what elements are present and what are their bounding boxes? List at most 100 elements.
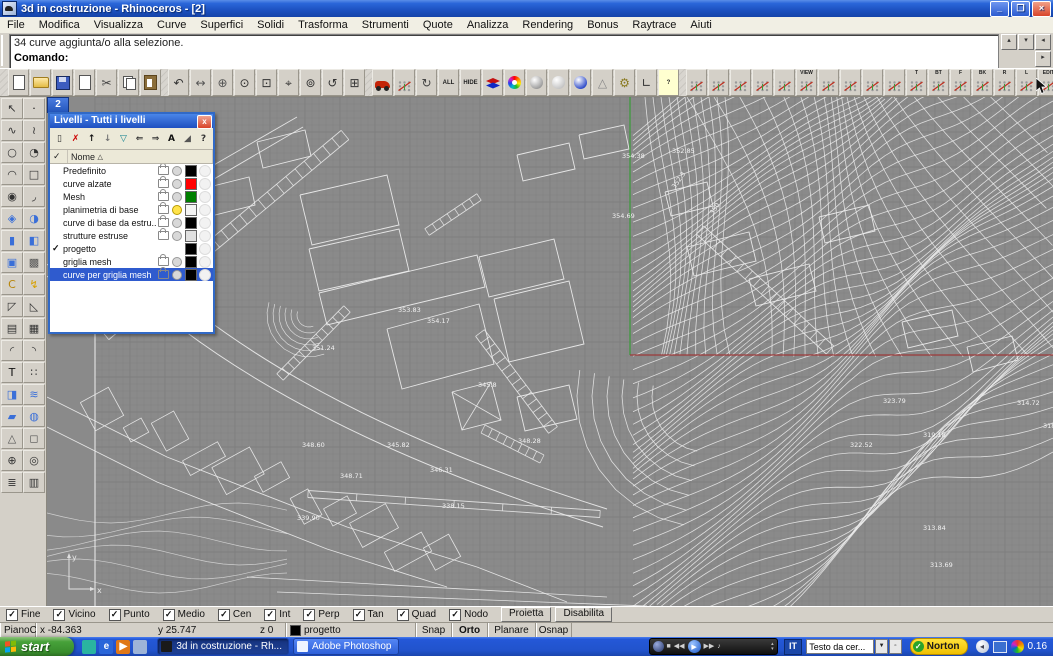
panel-help-button[interactable]: ? [196,130,211,147]
dimension-icon[interactable]: ∟ [636,69,657,96]
sort-button[interactable]: ◢ [180,130,195,147]
current-layer-pane[interactable]: progetto [286,623,416,638]
hide-icon[interactable]: HIDE [460,69,481,96]
bulb-icon[interactable] [172,179,182,189]
mesh-tool-icon[interactable]: ▩ [23,252,45,273]
wmp-collapse-button[interactable]: ▾ [771,647,774,652]
name-column-header[interactable]: Nome △ [68,150,213,163]
language-indicator[interactable]: IT [784,639,803,655]
wmp-previous-button[interactable]: ◀◀ [674,643,685,650]
layer-name[interactable]: curve alzate [63,179,157,189]
status-osnap-toggle[interactable]: Osnap [536,623,572,638]
ghosted-view-icon[interactable] [548,69,569,96]
grid-snap-icon[interactable]: ⊞ [344,69,365,96]
undo-view-icon[interactable]: ↺ [322,69,343,96]
osnap-cen[interactable]: ✓Cen [218,609,251,621]
menu-trasforma[interactable]: Trasforma [291,18,355,32]
set-view-back-icon[interactable]: BK [972,69,993,96]
layer-color-swatch[interactable] [185,243,197,255]
wmp-volume-button[interactable]: ♪ [717,643,721,650]
layer-name[interactable]: strutture estruse [63,231,157,241]
layer-color-swatch[interactable] [185,178,197,190]
array-polar-tool-icon[interactable]: ▦ [23,318,45,339]
text-tool-icon[interactable]: T [1,362,23,383]
zoom-dynamic-icon[interactable]: ⊙ [234,69,255,96]
bulb-icon[interactable] [172,192,182,202]
hatch-tool-icon[interactable]: ∷ [23,362,45,383]
bulb-icon[interactable] [172,205,182,215]
messenger-icon[interactable] [82,640,96,654]
apply-layer-button[interactable]: ⇒ [148,130,163,147]
circle-tool-icon[interactable]: ○ [1,142,23,163]
layer-color-swatch[interactable] [185,165,197,177]
command-prompt[interactable]: Comando: [14,51,994,66]
menu-curve[interactable]: Curve [150,18,193,32]
undo-icon[interactable]: ↶ [168,69,189,96]
lock-icon[interactable] [158,179,169,188]
layer-material-icon[interactable] [199,178,211,190]
osnap-punto[interactable]: ✓Punto [109,609,150,621]
layers-tool-icon[interactable]: ≣ [1,472,23,493]
set-view-left-icon[interactable]: L [1016,69,1037,96]
match-layer-button[interactable]: ⇐ [132,130,147,147]
checkbox-checked-icon[interactable]: ✓ [353,609,365,621]
layer-material-icon[interactable] [199,243,211,255]
layer-color-swatch[interactable] [185,217,197,229]
checkbox-checked-icon[interactable]: ✓ [163,609,175,621]
set-view-bottom-icon[interactable]: BT [928,69,949,96]
mirror-tool-icon[interactable]: ◨ [1,384,23,405]
checkbox-checked-icon[interactable]: ✓ [53,609,65,621]
menu-quote[interactable]: Quote [416,18,460,32]
ie-icon[interactable]: e [99,640,113,654]
layer-color-swatch[interactable] [185,204,197,216]
cplane-2point-icon[interactable] [840,69,861,96]
taskbar-search-input[interactable] [806,639,874,654]
checkbox-checked-icon[interactable]: ✓ [6,609,18,621]
delete-layer-button[interactable]: ✗ [68,130,83,147]
command-prev-button[interactable]: ◂ [1035,34,1051,50]
rhino-logo-icon[interactable] [482,69,503,96]
osnap-quad[interactable]: ✓Quad [397,609,436,621]
bulb-icon[interactable] [172,231,182,241]
layer-color-swatch[interactable] [185,191,197,203]
shaded-view-icon[interactable] [526,69,547,96]
join-tool-icon[interactable]: ≋ [23,384,45,405]
layer-row[interactable]: Predefinito [50,164,213,177]
checkbox-checked-icon[interactable]: ✓ [303,609,315,621]
trim-tool-icon[interactable]: ◸ [1,296,23,317]
named-view-icon[interactable]: ↻ [416,69,437,96]
command-scroll-up-button[interactable]: ▴ [1001,34,1017,50]
cplane-points-icon[interactable] [862,69,883,96]
lock-icon[interactable] [158,166,169,175]
current-layer-check[interactable]: ✓ [52,243,63,254]
layer-row[interactable]: griglia mesh [50,255,213,268]
search-dropdown-icon[interactable]: ▼ [875,639,888,654]
cplane-point-icon[interactable] [884,69,905,96]
select-all-icon[interactable]: ALL [438,69,459,96]
select-tool-icon[interactable]: ↖ [1,98,23,119]
menu-file[interactable]: File [0,18,32,32]
point-tool-icon[interactable]: · [23,98,45,119]
wmp-stop-button[interactable]: ■ [667,643,671,650]
checkbox-checked-icon[interactable]: ✓ [109,609,121,621]
extrude-tool-icon[interactable]: ▰ [1,406,23,427]
layer-row[interactable]: curve alzate [50,177,213,190]
layer-name[interactable]: Mesh [63,192,157,202]
move-down-button[interactable]: ↓ [100,130,115,147]
zoom-window-icon[interactable]: ⊡ [256,69,277,96]
revolve-tool-icon[interactable]: ▣ [1,252,23,273]
lock-icon[interactable] [158,257,169,266]
bulb-icon[interactable] [172,166,182,176]
menu-modifica[interactable]: Modifica [32,18,87,32]
cplane-vertical-icon[interactable] [708,69,729,96]
cone-icon[interactable]: △ [592,69,613,96]
osnap-vicino[interactable]: ✓Vicino [53,609,95,621]
command-next-button[interactable]: ▸ [1035,51,1051,67]
surface-tool-icon[interactable]: ◈ [1,208,23,229]
loft-tool-icon[interactable]: ◍ [23,406,45,427]
osnap-perp[interactable]: ✓Perp [303,609,339,621]
layer-material-icon[interactable] [199,165,211,177]
pan-icon[interactable]: ↔ [190,69,211,96]
paste-icon[interactable] [140,69,161,96]
layers-list-header[interactable]: ✓ Nome △ [50,150,213,164]
